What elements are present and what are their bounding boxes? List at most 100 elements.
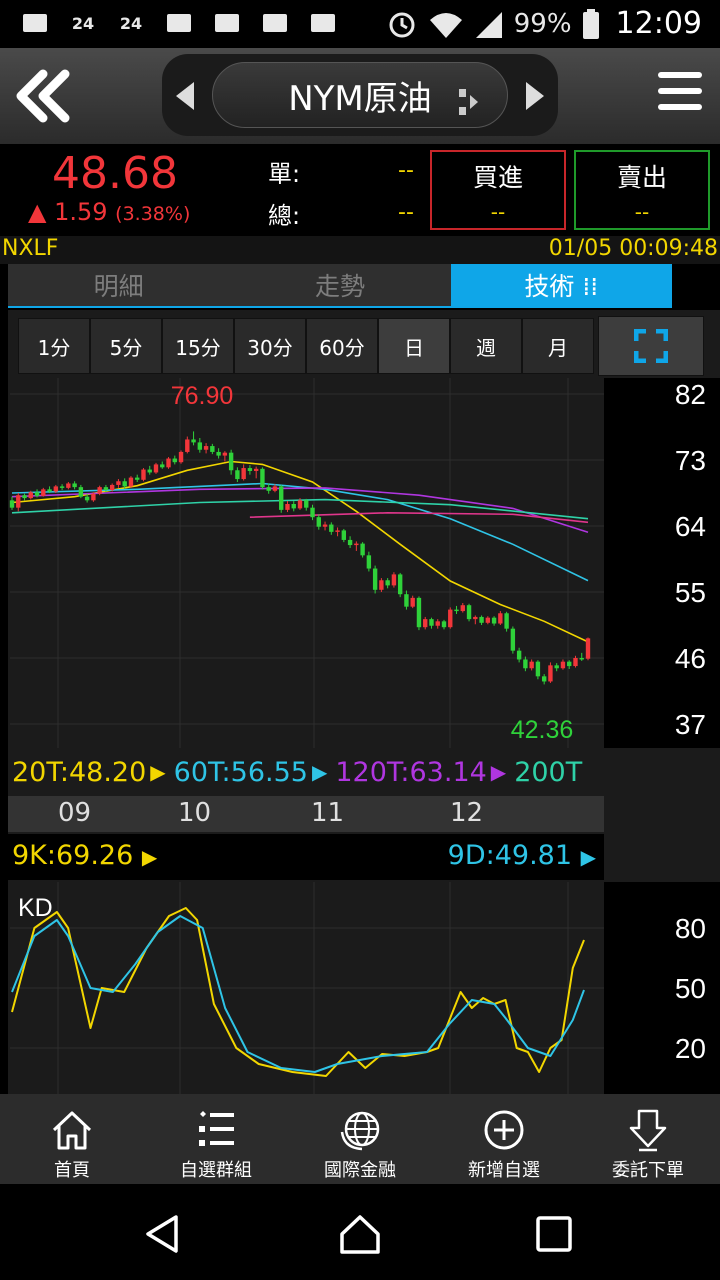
kd-y-tick-label: 80 (675, 913, 706, 944)
tab-detail[interactable]: 明細 (8, 264, 229, 306)
candle-body (385, 580, 390, 586)
candle-body (78, 487, 84, 497)
interval-button[interactable]: 月 (522, 318, 594, 374)
candle-body (516, 650, 522, 660)
nav-order-label: 委託下單 (612, 1160, 684, 1181)
candle-body (310, 507, 315, 518)
nav-watchlist-groups[interactable]: 自選群組 (144, 1094, 288, 1184)
nav-place-order[interactable]: 委託下單 (576, 1094, 720, 1184)
candle-body (210, 446, 215, 452)
kd-chart[interactable]: 805020KD (8, 882, 720, 1094)
interval-button[interactable]: 30分 (234, 318, 306, 374)
nav-international[interactable]: 國際金融 (288, 1094, 432, 1184)
candle-body (347, 539, 353, 546)
candle-body (122, 481, 127, 487)
candle-body (504, 613, 509, 629)
month-axis: 09 10 11 12 (8, 796, 604, 832)
home-circle-icon[interactable] (338, 1212, 382, 1256)
candle-body (304, 500, 309, 508)
candle-body (541, 676, 547, 682)
candle-body (479, 616, 484, 623)
interval-selector: 1分 5分 15分 30分 60分日週月 (18, 318, 594, 374)
candle-body (560, 661, 566, 669)
back-button[interactable] (8, 58, 78, 134)
battery-icon (582, 8, 599, 39)
month-tick-label: 12 (450, 798, 484, 828)
buy-box[interactable]: 買進 -- (430, 150, 566, 230)
interval-button[interactable]: 1分 (18, 318, 90, 374)
24h-icon: 24 (119, 13, 143, 33)
tab-trend[interactable]: 走勢 (229, 264, 450, 306)
menu-button[interactable] (658, 72, 702, 118)
candle-body (53, 486, 59, 492)
candle-body (203, 446, 209, 450)
fullscreen-button[interactable] (598, 316, 704, 376)
candle-body (185, 439, 190, 452)
candle-body (16, 495, 21, 508)
candle-body (228, 452, 234, 471)
ma-legend-arrow: ▶ (311, 760, 328, 784)
candlestick-chart[interactable]: 82 73 64 55 46 37 76.90 42.36 (8, 378, 720, 748)
interval-button[interactable]: 週 (450, 318, 522, 374)
interval-button[interactable]: 60分 (306, 318, 378, 374)
candle-body (297, 500, 303, 509)
ma-legend-item: 20T:48.20 (12, 756, 147, 788)
quote-panel: 48.68 ▲ 1.59 (3.38%) 單: -- 總: -- 買進 -- 賣… (0, 144, 720, 236)
candle-body (454, 609, 459, 612)
mail-icon (18, 8, 52, 38)
candle-body (460, 605, 465, 612)
candle-body (523, 659, 528, 669)
candle-body (391, 574, 397, 586)
prev-symbol-button[interactable] (176, 82, 194, 110)
nav-home[interactable]: 首頁 (0, 1094, 144, 1184)
ma-legend-item: 60T:56.55 (173, 756, 308, 788)
nav-add-label: 新增自選 (468, 1160, 540, 1181)
tab-technical[interactable]: 技術 ⁞⁞ (450, 264, 672, 306)
ma-legend-arrow: ▶ (150, 760, 166, 784)
list-icon (199, 1111, 234, 1146)
image-icon (210, 8, 244, 38)
recents-square-icon[interactable] (532, 1212, 576, 1256)
candle-body (554, 665, 559, 669)
candle-body (322, 524, 328, 527)
technical-chart-area: 1分 5分 15分 30分 60分日週月 82 73 64 55 46 37 76.90 42.36 … (8, 310, 720, 1094)
barcode-icon (258, 8, 292, 38)
interval-button[interactable]: 日 (378, 318, 450, 374)
candle-body (241, 468, 246, 480)
candle-body (316, 517, 321, 527)
candle-body (172, 458, 177, 463)
kd-y-tick-label: 20 (675, 1033, 706, 1064)
interval-button[interactable]: 5分 (90, 318, 162, 374)
candle-body (416, 597, 422, 628)
candle-body (147, 469, 152, 473)
candle-body (466, 605, 472, 620)
symbol-title-pill[interactable]: NYM原油 (212, 62, 508, 128)
candle-body (166, 458, 171, 468)
menu-icon (658, 72, 702, 78)
candle-body (410, 597, 415, 607)
symbol-selector: NYM原油 (162, 54, 558, 136)
sell-box[interactable]: 賣出 -- (574, 150, 710, 230)
back-triangle-icon[interactable] (140, 1212, 184, 1256)
next-symbol-button[interactable] (526, 82, 544, 110)
candle-body (191, 439, 196, 443)
interval-button[interactable]: 15分 (162, 318, 234, 374)
chat-icon (162, 8, 196, 38)
candle-body (160, 464, 165, 468)
y-tick-label: 73 (675, 445, 706, 476)
low-price-label: 42.36 (511, 716, 574, 744)
candle-body (266, 487, 271, 491)
system-navigation-bar (0, 1184, 720, 1280)
candle-body (329, 524, 334, 532)
candle-body (279, 486, 284, 510)
battery-percent: 99% (513, 8, 572, 39)
nav-watchlist-label: 自選群組 (180, 1160, 252, 1181)
candle-body (178, 451, 184, 463)
nav-add-watchlist[interactable]: 新增自選 (432, 1094, 576, 1184)
candle-body (153, 464, 159, 473)
single-volume-value: -- (398, 158, 414, 183)
candle-body (59, 486, 65, 488)
candle-body (116, 481, 121, 485)
candle-body (247, 468, 253, 471)
candle-body (41, 489, 46, 496)
